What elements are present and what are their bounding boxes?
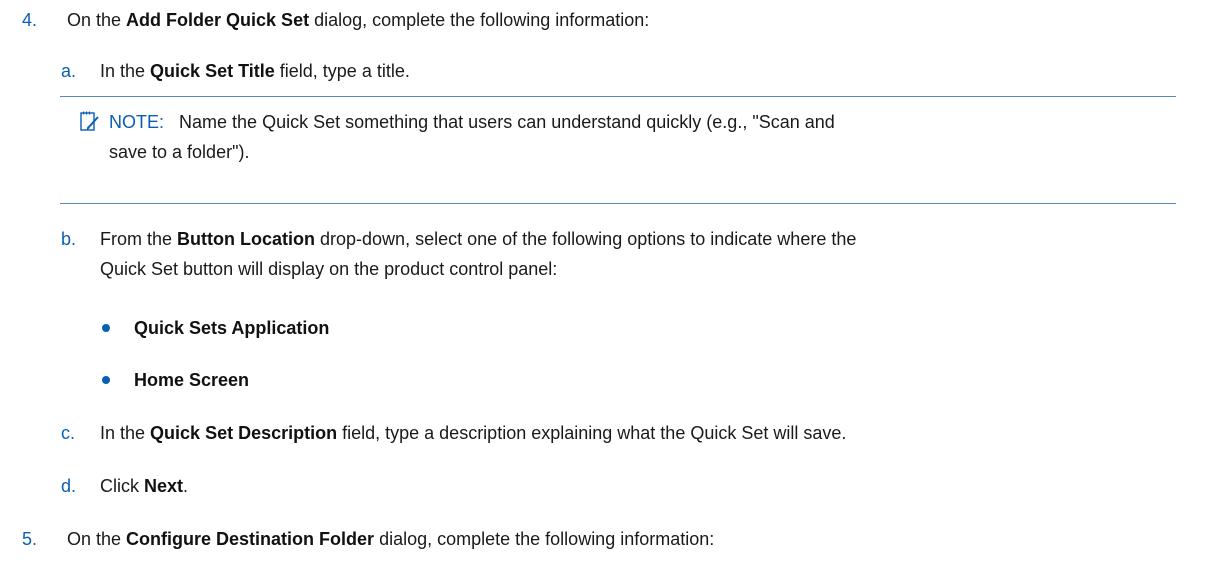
substep-letter: a. [61,61,77,81]
substep-text: In the Quick Set Title field, type a tit… [100,61,410,81]
substep-letter: b. [61,229,77,249]
step-number: 4. [22,10,38,30]
bullet-dot [102,324,110,332]
dialog-name: Configure Destination Folder [126,529,375,549]
field-name: Quick Set Description [150,423,338,443]
step-number: 5. [22,529,38,549]
option-label: Home Screen [134,370,250,390]
substep-text: From the Button Location drop-down, sele… [100,229,857,279]
field-name: Quick Set Title [150,61,275,81]
substep-text: In the Quick Set Description field, type… [100,423,847,443]
note-text: NOTE: Name the Quick Set something that … [109,112,835,162]
field-name: Button Location [177,229,316,249]
note-box: NOTE: Name the Quick Set something that … [60,96,1176,204]
substep-letter: c. [61,423,76,443]
option-label: Quick Sets Application [134,318,330,338]
step-text: On the Configure Destination Folder dial… [67,529,715,549]
substep-letter: d. [61,476,77,496]
note-pencil-icon [80,111,100,133]
substep-text: Click Next. [100,476,189,496]
dialog-name: Add Folder Quick Set [126,10,310,30]
step-text: On the Add Folder Quick Set dialog, comp… [67,10,650,30]
note-label: NOTE: [109,112,165,132]
button-name: Next [144,476,184,496]
bullet-dot [102,376,110,384]
